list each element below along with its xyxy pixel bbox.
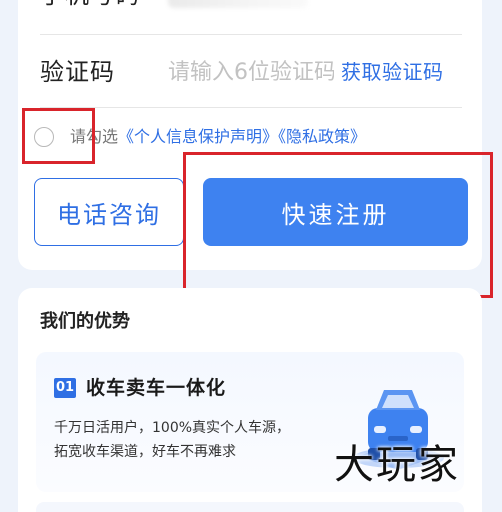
agreement-checkbox[interactable] [34, 127, 54, 147]
divider [40, 34, 462, 35]
privacy-statement-link[interactable]: 《个人信息保护声明》 [118, 127, 278, 146]
phone-label: 手机号码 [40, 0, 140, 10]
advantage-number-badge: 01 [54, 378, 76, 398]
get-code-button[interactable]: 获取验证码 [341, 55, 444, 89]
phone-input-masked[interactable] [168, 0, 308, 8]
advantages-title: 我们的优势 [40, 311, 130, 332]
advantage-item-title: 收车卖车一体化 [86, 377, 227, 399]
divider [40, 107, 462, 108]
advantage-item-desc: 拓宽收车渠道，好车不再难求 [54, 444, 236, 460]
next-item-edge [36, 502, 464, 512]
privacy-policy-link[interactable]: 《隐私政策》 [278, 127, 366, 146]
phone-row: 手机号码 [18, 0, 482, 16]
agreement-prefix: 请勾选 [70, 127, 119, 146]
watermark-text: 大玩家 [334, 442, 460, 488]
verification-code-label: 验证码 [40, 58, 115, 86]
advantage-item-desc: 千万日活用户，100%真实个人车源， [54, 420, 291, 436]
agreement-text: 请勾选《个人信息保护声明》《隐私政策》 [70, 126, 366, 148]
quick-register-button[interactable]: 快速注册 [203, 178, 468, 246]
verification-code-input[interactable] [168, 55, 334, 89]
phone-consult-button[interactable]: 电话咨询 [34, 178, 184, 246]
